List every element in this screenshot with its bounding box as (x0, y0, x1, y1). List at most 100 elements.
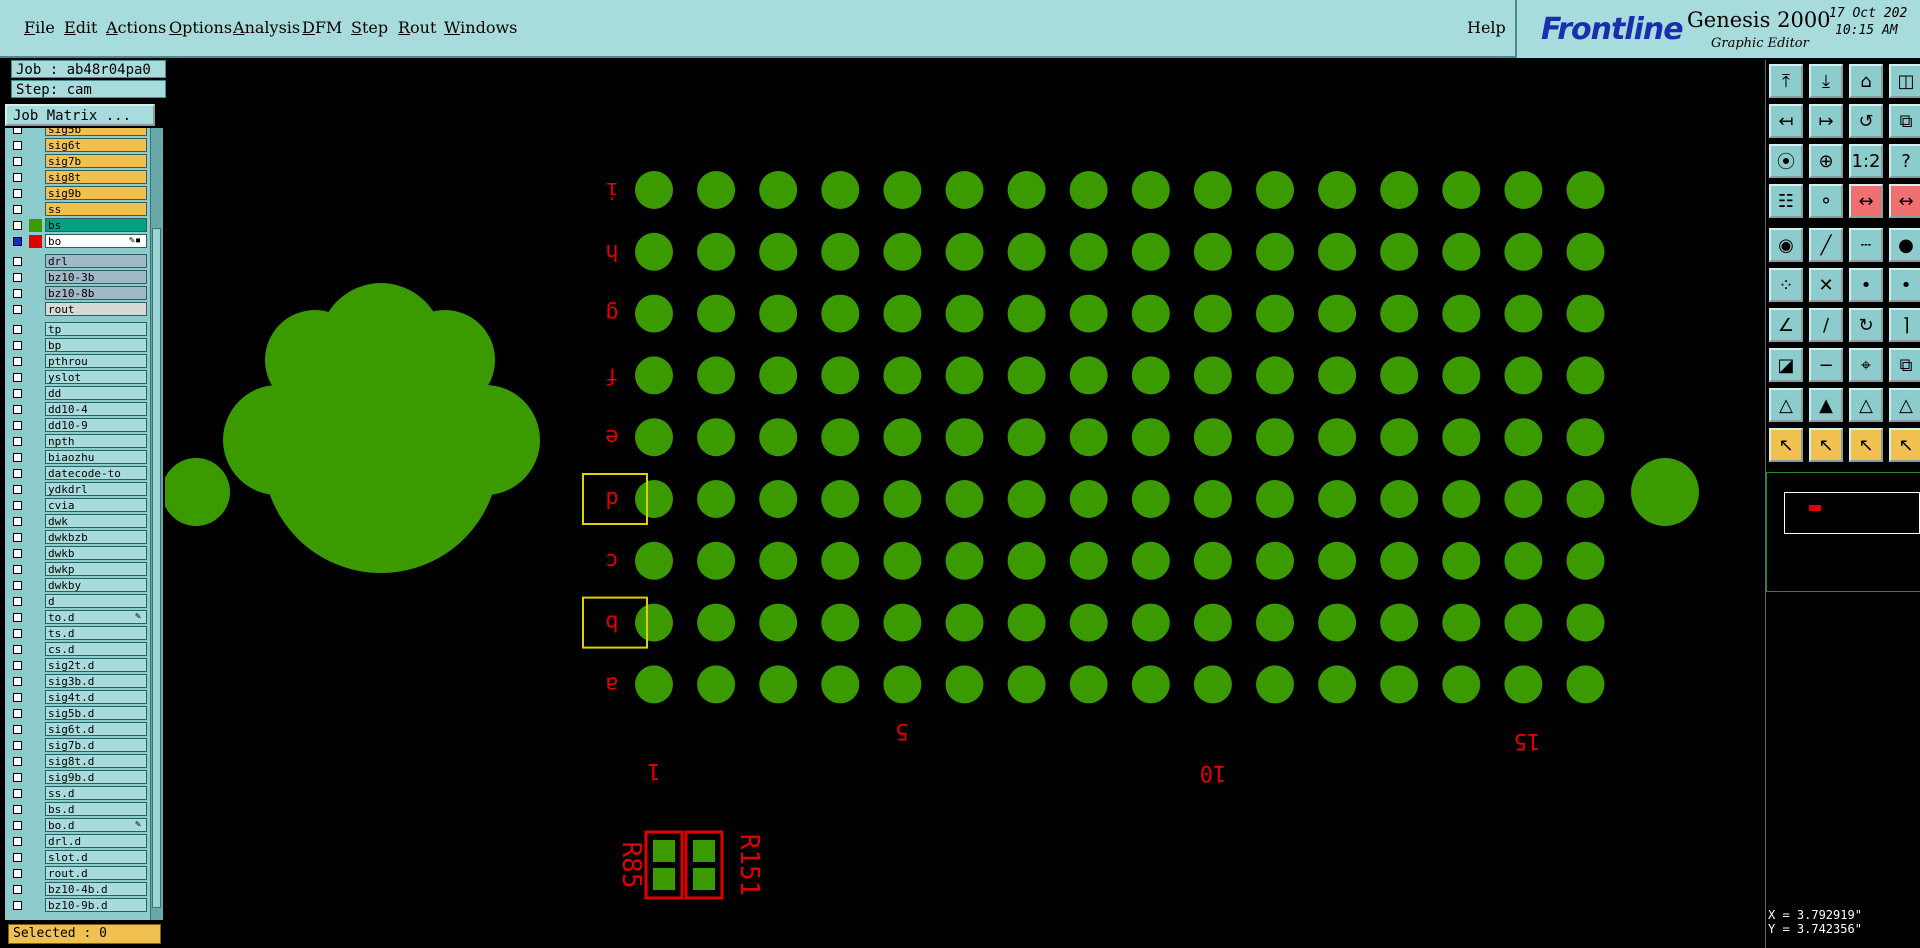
layer-color-swatch[interactable] (29, 339, 42, 352)
layer-color-swatch[interactable] (29, 203, 42, 216)
graphic-canvas[interactable]: ihgfedcba151015R85 R151 (165, 60, 1765, 948)
layer-name[interactable]: tp (45, 322, 147, 336)
layer-name[interactable]: dd (45, 386, 147, 400)
layer-name[interactable]: sig3b.d (45, 674, 147, 688)
layer-color-swatch[interactable] (29, 867, 42, 880)
layer-checkbox[interactable] (13, 613, 22, 622)
layer-name[interactable]: rout.d (45, 866, 147, 880)
layer-row[interactable]: sig4t.d (5, 690, 150, 705)
layer-row[interactable]: slot.d (5, 850, 150, 865)
layer-checkbox[interactable] (13, 565, 22, 574)
layer-color-swatch[interactable] (29, 139, 42, 152)
layer-name[interactable]: bz10-3b (45, 270, 147, 284)
scale-1-2-icon[interactable]: 1:2 (1849, 144, 1883, 178)
layer-checkbox[interactable] (13, 773, 22, 782)
layer-name[interactable]: cs.d (45, 642, 147, 656)
layer-name[interactable]: bz10-9b.d (45, 898, 147, 912)
layer-name[interactable]: sig9b.d (45, 770, 147, 784)
layer-checkbox[interactable] (13, 885, 22, 894)
layer-name[interactable]: dwkby (45, 578, 147, 592)
layer-checkbox[interactable] (13, 305, 22, 314)
overview-map[interactable] (1766, 472, 1920, 592)
slash-icon[interactable]: ∕ (1809, 308, 1843, 342)
layer-row[interactable]: tp (5, 322, 150, 337)
layer-checkbox[interactable] (13, 421, 22, 430)
layer-row[interactable]: sig6t.d (5, 722, 150, 737)
layer-color-swatch[interactable] (29, 627, 42, 640)
snap-icon[interactable]: ⧉ (1889, 104, 1920, 138)
layer-color-swatch[interactable] (29, 255, 42, 268)
layer-checkbox[interactable] (13, 709, 22, 718)
layer-checkbox[interactable] (13, 173, 22, 182)
layer-checkbox[interactable] (13, 189, 22, 198)
layer-name[interactable]: sig6t (45, 138, 147, 152)
line-add-icon[interactable]: ╱ (1809, 228, 1843, 262)
layer-checkbox[interactable] (13, 141, 22, 150)
copy-icon[interactable]: ◪ (1769, 348, 1803, 382)
layer-color-swatch[interactable] (29, 883, 42, 896)
layer-row[interactable]: bo ✎▪ (5, 234, 150, 249)
layer-checkbox[interactable] (13, 581, 22, 590)
probe-icon[interactable]: ⚬ (1809, 184, 1843, 218)
layer-checkbox[interactable] (13, 389, 22, 398)
layer-color-swatch[interactable] (29, 171, 42, 184)
layer-name[interactable]: biaozhu (45, 450, 147, 464)
layer-name[interactable]: dd10-4 (45, 402, 147, 416)
layer-row[interactable]: npth (5, 434, 150, 449)
layer-checkbox[interactable] (13, 853, 22, 862)
point-icon[interactable]: • (1849, 268, 1883, 302)
layer-row[interactable]: bp (5, 338, 150, 353)
layer-name[interactable]: sig9b (45, 186, 147, 200)
layer-name[interactable]: ydkdrl (45, 482, 147, 496)
tri2-icon[interactable]: ▲ (1809, 388, 1843, 422)
layer-name[interactable]: bo ✎▪ (45, 234, 147, 248)
layer-name[interactable]: bz10-4b.d (45, 882, 147, 896)
layer-color-swatch[interactable] (29, 739, 42, 752)
layer-row[interactable]: sig9b (5, 186, 150, 201)
layer-name[interactable]: sig8t (45, 170, 147, 184)
menu-rout[interactable]: Rout (398, 18, 436, 37)
layer-checkbox[interactable] (13, 453, 22, 462)
layer-checkbox[interactable] (13, 157, 22, 166)
layer-color-swatch[interactable] (29, 128, 42, 136)
layer-name[interactable]: ss (45, 202, 147, 216)
layer-color-swatch[interactable] (29, 419, 42, 432)
layer-row[interactable]: bz10-8b (5, 286, 150, 301)
layer-checkbox[interactable] (13, 437, 22, 446)
layer-checkbox[interactable] (13, 901, 22, 910)
layer-name[interactable]: sig4t.d (45, 690, 147, 704)
layer-color-swatch[interactable] (29, 547, 42, 560)
layer-checkbox[interactable] (13, 273, 22, 282)
layer-row[interactable]: pthrou (5, 354, 150, 369)
layer-row[interactable]: drl.d (5, 834, 150, 849)
layer-color-swatch[interactable] (29, 675, 42, 688)
menu-actions[interactable]: Actions (106, 18, 166, 37)
layer-color-swatch[interactable] (29, 451, 42, 464)
layer-row[interactable]: bs (5, 218, 150, 233)
open-icon[interactable]: ⤒ (1769, 64, 1803, 98)
layer-color-swatch[interactable] (29, 187, 42, 200)
layer-color-swatch[interactable] (29, 819, 42, 832)
layer-checkbox[interactable] (13, 325, 22, 334)
layer-color-swatch[interactable] (29, 467, 42, 480)
layer-row[interactable]: dd10-4 (5, 402, 150, 417)
layer-color-swatch[interactable] (29, 611, 42, 624)
layer-color-swatch[interactable] (29, 155, 42, 168)
layer-row[interactable]: cs.d (5, 642, 150, 657)
layer-checkbox[interactable] (13, 373, 22, 382)
layer-name[interactable]: sig2t.d (45, 658, 147, 672)
layer-name[interactable]: npth (45, 434, 147, 448)
menu-dfm[interactable]: DFM (302, 18, 342, 37)
layer-color-swatch[interactable] (29, 723, 42, 736)
compare-icon[interactable]: ↔ (1849, 184, 1883, 218)
layer-checkbox[interactable] (13, 869, 22, 878)
layer-color-swatch[interactable] (29, 579, 42, 592)
circle-icon[interactable]: ● (1889, 228, 1920, 262)
layer-color-swatch[interactable] (29, 303, 42, 316)
layer-name[interactable]: sig5b (45, 128, 147, 136)
layer-name[interactable]: bz10-8b (45, 286, 147, 300)
layer-row[interactable]: sig8t (5, 170, 150, 185)
layer-checkbox[interactable] (13, 677, 22, 686)
layer-name[interactable]: sig7b.d (45, 738, 147, 752)
layer-color-swatch[interactable] (29, 659, 42, 672)
